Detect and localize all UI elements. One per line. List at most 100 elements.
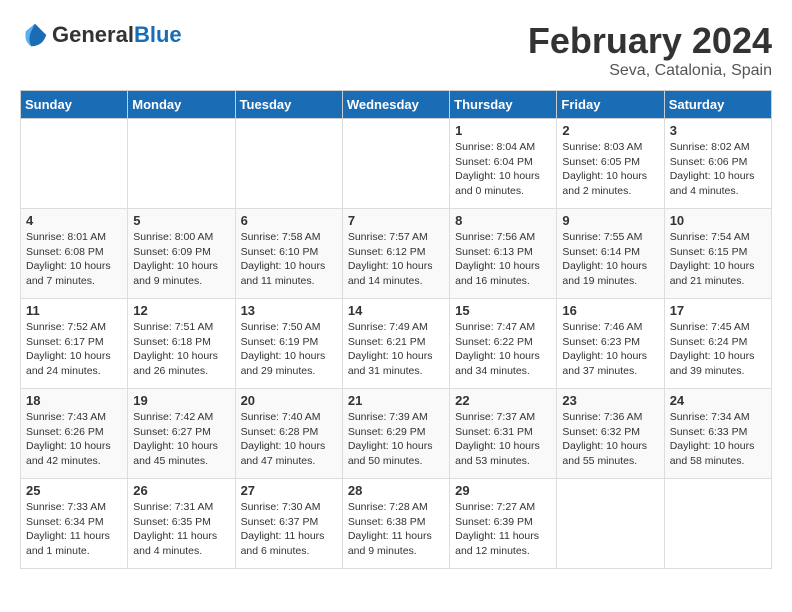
- day-number: 23: [562, 393, 658, 408]
- day-number: 14: [348, 303, 444, 318]
- day-info: Sunrise: 7:49 AM Sunset: 6:21 PM Dayligh…: [348, 320, 444, 379]
- calendar-day-cell: [557, 479, 664, 569]
- weekday-header-cell: Monday: [128, 91, 235, 119]
- day-number: 5: [133, 213, 229, 228]
- calendar-day-cell: 29 Sunrise: 7:27 AM Sunset: 6:39 PM Dayli…: [450, 479, 557, 569]
- calendar-day-cell: 6 Sunrise: 7:58 AM Sunset: 6:10 PM Daylig…: [235, 209, 342, 299]
- calendar-header: SundayMondayTuesdayWednesdayThursdayFrid…: [21, 91, 772, 119]
- day-number: 13: [241, 303, 337, 318]
- calendar-day-cell: 15 Sunrise: 7:47 AM Sunset: 6:22 PM Dayli…: [450, 299, 557, 389]
- weekday-header-cell: Sunday: [21, 91, 128, 119]
- calendar-body: 1Sunrise: 8:04 AM Sunset: 6:04 PM Daylig…: [21, 119, 772, 569]
- day-info: Sunrise: 7:54 AM Sunset: 6:15 PM Dayligh…: [670, 230, 766, 289]
- day-number: 8: [455, 213, 551, 228]
- day-number: 22: [455, 393, 551, 408]
- calendar-week-row: 1Sunrise: 8:04 AM Sunset: 6:04 PM Daylig…: [21, 119, 772, 209]
- weekday-header-row: SundayMondayTuesdayWednesdayThursdayFrid…: [21, 91, 772, 119]
- day-number: 2: [562, 123, 658, 138]
- day-number: 15: [455, 303, 551, 318]
- calendar-day-cell: 24Sunrise: 7:34 AM Sunset: 6:33 PM Dayli…: [664, 389, 771, 479]
- day-number: 9: [562, 213, 658, 228]
- day-info: Sunrise: 8:03 AM Sunset: 6:05 PM Dayligh…: [562, 140, 658, 199]
- calendar-week-row: 25 Sunrise: 7:33 AM Sunset: 6:34 PM Dayli…: [21, 479, 772, 569]
- day-info: Sunrise: 7:52 AM Sunset: 6:17 PM Dayligh…: [26, 320, 122, 379]
- day-info: Sunrise: 8:02 AM Sunset: 6:06 PM Dayligh…: [670, 140, 766, 199]
- calendar-day-cell: 1Sunrise: 8:04 AM Sunset: 6:04 PM Daylig…: [450, 119, 557, 209]
- calendar-day-cell: 9 Sunrise: 7:55 AM Sunset: 6:14 PM Daylig…: [557, 209, 664, 299]
- calendar-day-cell: 14 Sunrise: 7:49 AM Sunset: 6:21 PM Dayli…: [342, 299, 449, 389]
- calendar-title: February 2024: [528, 20, 772, 62]
- day-number: 29: [455, 483, 551, 498]
- calendar-day-cell: 11 Sunrise: 7:52 AM Sunset: 6:17 PM Dayli…: [21, 299, 128, 389]
- weekday-header-cell: Wednesday: [342, 91, 449, 119]
- day-info: Sunrise: 7:45 AM Sunset: 6:24 PM Dayligh…: [670, 320, 766, 379]
- calendar-day-cell: 7Sunrise: 7:57 AM Sunset: 6:12 PM Daylig…: [342, 209, 449, 299]
- logo-general-text: General: [52, 22, 134, 47]
- day-number: 19: [133, 393, 229, 408]
- day-info: Sunrise: 7:58 AM Sunset: 6:10 PM Dayligh…: [241, 230, 337, 289]
- header: GeneralBlue February 2024 Seva, Cataloni…: [20, 20, 772, 80]
- weekday-header-cell: Saturday: [664, 91, 771, 119]
- calendar-subtitle: Seva, Catalonia, Spain: [528, 62, 772, 80]
- calendar-day-cell: 25 Sunrise: 7:33 AM Sunset: 6:34 PM Dayli…: [21, 479, 128, 569]
- calendar-day-cell: 17 Sunrise: 7:45 AM Sunset: 6:24 PM Dayli…: [664, 299, 771, 389]
- day-info: Sunrise: 7:51 AM Sunset: 6:18 PM Dayligh…: [133, 320, 229, 379]
- day-number: 16: [562, 303, 658, 318]
- calendar-day-cell: 3 Sunrise: 8:02 AM Sunset: 6:06 PM Daylig…: [664, 119, 771, 209]
- day-info: Sunrise: 7:27 AM Sunset: 6:39 PM Dayligh…: [455, 500, 551, 559]
- day-info: Sunrise: 7:43 AM Sunset: 6:26 PM Dayligh…: [26, 410, 122, 469]
- day-number: 12: [133, 303, 229, 318]
- calendar-table: SundayMondayTuesdayWednesdayThursdayFrid…: [20, 90, 772, 569]
- day-info: Sunrise: 7:31 AM Sunset: 6:35 PM Dayligh…: [133, 500, 229, 559]
- calendar-day-cell: 21 Sunrise: 7:39 AM Sunset: 6:29 PM Dayli…: [342, 389, 449, 479]
- calendar-day-cell: [128, 119, 235, 209]
- day-info: Sunrise: 7:47 AM Sunset: 6:22 PM Dayligh…: [455, 320, 551, 379]
- logo-icon: [20, 20, 50, 50]
- calendar-day-cell: 8 Sunrise: 7:56 AM Sunset: 6:13 PM Daylig…: [450, 209, 557, 299]
- day-info: Sunrise: 7:36 AM Sunset: 6:32 PM Dayligh…: [562, 410, 658, 469]
- day-number: 6: [241, 213, 337, 228]
- logo: GeneralBlue: [20, 20, 182, 50]
- calendar-day-cell: [235, 119, 342, 209]
- day-number: 3: [670, 123, 766, 138]
- day-number: 28: [348, 483, 444, 498]
- day-number: 21: [348, 393, 444, 408]
- day-number: 26: [133, 483, 229, 498]
- day-number: 7: [348, 213, 444, 228]
- weekday-header-cell: Tuesday: [235, 91, 342, 119]
- calendar-day-cell: [21, 119, 128, 209]
- day-info: Sunrise: 7:40 AM Sunset: 6:28 PM Dayligh…: [241, 410, 337, 469]
- logo-blue-text: Blue: [134, 22, 182, 47]
- day-info: Sunrise: 7:56 AM Sunset: 6:13 PM Dayligh…: [455, 230, 551, 289]
- day-info: Sunrise: 7:37 AM Sunset: 6:31 PM Dayligh…: [455, 410, 551, 469]
- calendar-day-cell: 4 Sunrise: 8:01 AM Sunset: 6:08 PM Daylig…: [21, 209, 128, 299]
- calendar-week-row: 4 Sunrise: 8:01 AM Sunset: 6:08 PM Daylig…: [21, 209, 772, 299]
- day-number: 17: [670, 303, 766, 318]
- calendar-day-cell: 28Sunrise: 7:28 AM Sunset: 6:38 PM Dayli…: [342, 479, 449, 569]
- calendar-day-cell: 13Sunrise: 7:50 AM Sunset: 6:19 PM Dayli…: [235, 299, 342, 389]
- day-number: 10: [670, 213, 766, 228]
- calendar-day-cell: 10 Sunrise: 7:54 AM Sunset: 6:15 PM Dayli…: [664, 209, 771, 299]
- day-info: Sunrise: 7:55 AM Sunset: 6:14 PM Dayligh…: [562, 230, 658, 289]
- calendar-day-cell: 19Sunrise: 7:42 AM Sunset: 6:27 PM Dayli…: [128, 389, 235, 479]
- day-number: 24: [670, 393, 766, 408]
- calendar-week-row: 11 Sunrise: 7:52 AM Sunset: 6:17 PM Dayli…: [21, 299, 772, 389]
- calendar-day-cell: 18 Sunrise: 7:43 AM Sunset: 6:26 PM Dayli…: [21, 389, 128, 479]
- calendar-day-cell: 5Sunrise: 8:00 AM Sunset: 6:09 PM Daylig…: [128, 209, 235, 299]
- day-number: 25: [26, 483, 122, 498]
- calendar-day-cell: 26 Sunrise: 7:31 AM Sunset: 6:35 PM Dayli…: [128, 479, 235, 569]
- day-info: Sunrise: 7:33 AM Sunset: 6:34 PM Dayligh…: [26, 500, 122, 559]
- day-info: Sunrise: 8:01 AM Sunset: 6:08 PM Dayligh…: [26, 230, 122, 289]
- day-number: 11: [26, 303, 122, 318]
- calendar-day-cell: [342, 119, 449, 209]
- calendar-day-cell: 12 Sunrise: 7:51 AM Sunset: 6:18 PM Dayli…: [128, 299, 235, 389]
- title-area: February 2024 Seva, Catalonia, Spain: [528, 20, 772, 80]
- day-info: Sunrise: 7:39 AM Sunset: 6:29 PM Dayligh…: [348, 410, 444, 469]
- day-info: Sunrise: 8:04 AM Sunset: 6:04 PM Dayligh…: [455, 140, 551, 199]
- day-info: Sunrise: 7:46 AM Sunset: 6:23 PM Dayligh…: [562, 320, 658, 379]
- day-number: 18: [26, 393, 122, 408]
- day-number: 20: [241, 393, 337, 408]
- weekday-header-cell: Friday: [557, 91, 664, 119]
- calendar-day-cell: 16 Sunrise: 7:46 AM Sunset: 6:23 PM Dayli…: [557, 299, 664, 389]
- day-number: 4: [26, 213, 122, 228]
